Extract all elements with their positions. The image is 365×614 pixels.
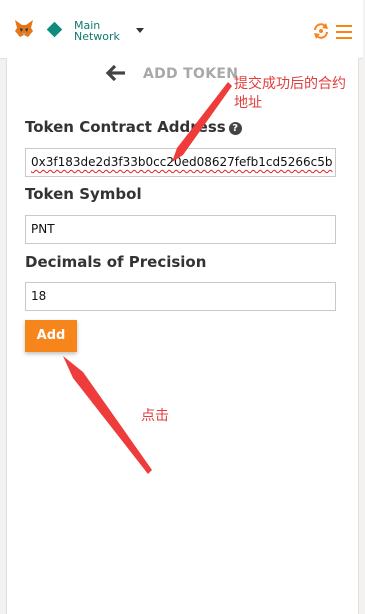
contract-annotation: 提交成功后的合约 地址 (234, 75, 346, 113)
annotation-arrow-contract (172, 82, 232, 162)
click-annotation: 点击 (141, 408, 169, 424)
contract-annotation-line1: 提交成功后的合约 (234, 76, 346, 92)
annotation-arrow-add (63, 356, 152, 474)
popup-window: Main Network ADD TOKEN Token Contract Ad… (0, 0, 365, 614)
contract-annotation-line2: 地址 (234, 95, 262, 111)
